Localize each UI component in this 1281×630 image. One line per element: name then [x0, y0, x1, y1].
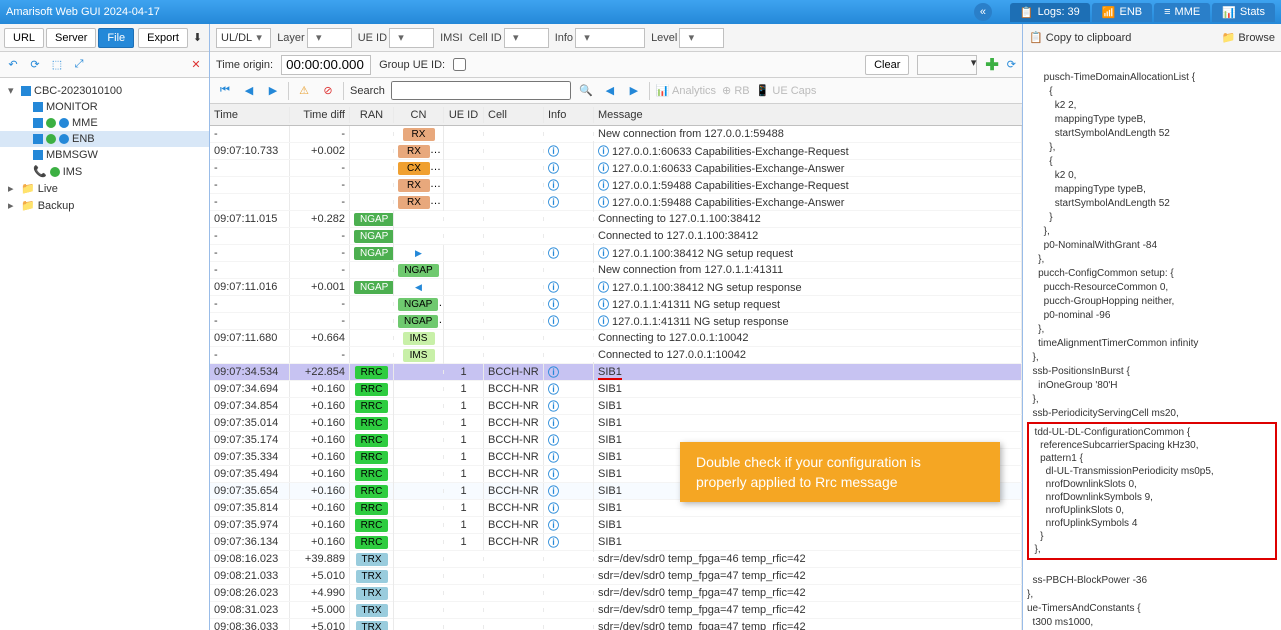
log-row[interactable]: 09:08:16.023+39.889TRXsdr=/dev/sdr0 temp…: [210, 551, 1022, 568]
warning-icon[interactable]: ⚠: [295, 82, 313, 100]
log-row[interactable]: 09:08:36.033+5.010TRXsdr=/dev/sdr0 temp_…: [210, 619, 1022, 630]
col-info[interactable]: Info: [544, 107, 594, 123]
browse-button[interactable]: 📁 Browse: [1222, 31, 1275, 44]
col-time[interactable]: Time: [210, 107, 290, 123]
col-cn[interactable]: CN: [394, 107, 444, 123]
file-button[interactable]: File: [98, 28, 134, 48]
group-ueid-label: Group UE ID:: [379, 59, 445, 71]
ueid-combo[interactable]: ▾: [389, 28, 434, 48]
app-title: Amarisoft Web GUI 2024-04-17: [6, 6, 160, 18]
tree-item-ims[interactable]: 📞IMS: [0, 163, 209, 180]
col-msg[interactable]: Message: [594, 107, 1022, 123]
tree-item-mme[interactable]: MME: [0, 115, 209, 131]
message-detail: pusch-TimeDomainAllocationList { { k2 2,…: [1023, 52, 1281, 630]
tab-stats[interactable]: 📊 Stats: [1212, 3, 1275, 22]
log-row[interactable]: --RX ▶ⓘⓘ 127.0.0.1:59488 Capabilities-Ex…: [210, 194, 1022, 211]
collapse-sidebar-icon[interactable]: «: [974, 3, 992, 21]
log-row[interactable]: 09:07:36.134+0.160RRC1BCCH-NRⓘSIB1: [210, 534, 1022, 551]
log-row[interactable]: 09:07:11.015+0.282NGAPConnecting to 127.…: [210, 211, 1022, 228]
log-row[interactable]: 09:07:34.854+0.160RRC1BCCH-NRⓘSIB1: [210, 398, 1022, 415]
tree-item-mbmsgw[interactable]: MBMSGW: [0, 147, 209, 163]
col-ueid[interactable]: UE ID: [444, 107, 484, 123]
tab-enb[interactable]: 📶 ENB: [1092, 3, 1152, 22]
level-combo[interactable]: ▾: [679, 28, 724, 48]
nav-next-icon[interactable]: ▶: [264, 82, 282, 100]
clear-button[interactable]: Clear: [865, 55, 909, 75]
tab-logs[interactable]: 📋 Logs: 39: [1010, 3, 1090, 22]
annotation-callout: Double check if your configuration is pr…: [680, 442, 1000, 502]
source-tree: ▾CBC-2023010100MONITORMMEENBMBMSGW📞IMS▸📁…: [0, 78, 209, 630]
search-input[interactable]: [391, 81, 571, 100]
tree-item-backup[interactable]: ▸📁Backup: [0, 197, 209, 214]
find-next-icon[interactable]: ▶: [625, 82, 643, 100]
col-ran[interactable]: RAN: [350, 107, 394, 123]
tree-item-monitor[interactable]: MONITOR: [0, 99, 209, 115]
log-header: Time Time diff RAN CN UE ID Cell Info Me…: [210, 104, 1022, 126]
log-row[interactable]: 09:08:31.023+5.000TRXsdr=/dev/sdr0 temp_…: [210, 602, 1022, 619]
log-row[interactable]: 09:07:34.534+22.854RRC1BCCH-NRⓘSIB1: [210, 364, 1022, 381]
log-row[interactable]: 09:07:35.974+0.160RRC1BCCH-NRⓘSIB1: [210, 517, 1022, 534]
time-origin-label: Time origin:: [216, 59, 273, 71]
binoculars-icon[interactable]: 🔍: [577, 82, 595, 100]
tree-item-live[interactable]: ▸📁Live: [0, 180, 209, 197]
find-prev-icon[interactable]: ◀: [601, 82, 619, 100]
log-row[interactable]: 09:08:21.033+5.010TRXsdr=/dev/sdr0 temp_…: [210, 568, 1022, 585]
server-button[interactable]: Server: [46, 28, 96, 48]
tree-item-cbc-2023010100[interactable]: ▾CBC-2023010100: [0, 82, 209, 99]
analytics-link[interactable]: 📊 Analytics: [656, 84, 716, 97]
tree-item-enb[interactable]: ENB: [0, 131, 209, 147]
log-row[interactable]: 09:07:35.814+0.160RRC1BCCH-NRⓘSIB1: [210, 500, 1022, 517]
tab-mme[interactable]: ≡ MME: [1154, 3, 1210, 22]
log-row[interactable]: 09:08:26.023+4.990TRXsdr=/dev/sdr0 temp_…: [210, 585, 1022, 602]
undo-icon[interactable]: ↶: [4, 56, 22, 74]
detail-panel: 📋 Copy to clipboard 📁 Browse pusch-TimeD…: [1023, 24, 1281, 630]
search-label: Search: [350, 85, 385, 97]
layer-combo[interactable]: ▾: [307, 28, 352, 48]
log-row[interactable]: --NGAP ▶ⓘⓘ 127.0.1.100:38412 NG setup re…: [210, 245, 1022, 262]
log-row[interactable]: --IMSConnected to 127.0.0.1:10042: [210, 347, 1022, 364]
info-combo[interactable]: ▾: [575, 28, 645, 48]
group-ueid-checkbox[interactable]: [453, 58, 466, 71]
uecaps-link[interactable]: 📱 UE Caps: [756, 84, 817, 97]
add-icon[interactable]: ✚: [985, 55, 998, 75]
copy-clipboard-button[interactable]: 📋 Copy to clipboard: [1029, 31, 1131, 44]
log-table: Time Time diff RAN CN UE ID Cell Info Me…: [210, 104, 1022, 630]
cellid-combo[interactable]: ▾: [504, 28, 549, 48]
download-icon[interactable]: ⬇: [190, 29, 205, 47]
sidebar: URL Server File Export ⬇ ↶ ⟳ ⬚ ⤢ ✕ ▾CBC-…: [0, 24, 210, 630]
nav-prev-icon[interactable]: ◀: [240, 82, 258, 100]
expand-icon[interactable]: ⤢: [70, 56, 88, 74]
error-icon[interactable]: ⊘: [319, 82, 337, 100]
export-button[interactable]: Export: [138, 28, 188, 48]
log-panel: UL/DL▾ Layer▾ UE ID▾ IMSI Cell ID▾ Info▾…: [210, 24, 1023, 630]
clear-combo[interactable]: ▾: [917, 55, 977, 75]
highlighted-config: tdd-UL-DL-ConfigurationCommon { referenc…: [1027, 422, 1277, 560]
log-row[interactable]: 09:07:11.680+0.664IMSConnecting to 127.0…: [210, 330, 1022, 347]
rb-link[interactable]: ⊕ RB: [722, 84, 750, 97]
uldl-combo[interactable]: UL/DL▾: [216, 28, 271, 48]
close-icon[interactable]: ✕: [187, 56, 205, 74]
col-diff[interactable]: Time diff: [290, 107, 350, 123]
filter-bar: UL/DL▾ Layer▾ UE ID▾ IMSI Cell ID▾ Info▾…: [210, 24, 1022, 52]
refresh-icon[interactable]: ⟳: [26, 56, 44, 74]
url-button[interactable]: URL: [4, 28, 44, 48]
tree-icon[interactable]: ⬚: [48, 56, 66, 74]
log-row[interactable]: --NGAP ▶ⓘⓘ 127.0.1.1:41311 NG setup resp…: [210, 313, 1022, 330]
header: Amarisoft Web GUI 2024-04-17 « 📋 Logs: 3…: [0, 0, 1281, 24]
time-origin-input[interactable]: [281, 55, 371, 75]
col-cell[interactable]: Cell: [484, 107, 544, 123]
log-row[interactable]: 09:07:35.014+0.160RRC1BCCH-NRⓘSIB1: [210, 415, 1022, 432]
nav-first-icon[interactable]: ⏮: [216, 82, 234, 100]
refresh-logs-icon[interactable]: ⟳: [1007, 58, 1016, 71]
log-row[interactable]: 09:07:34.694+0.160RRC1BCCH-NRⓘSIB1: [210, 381, 1022, 398]
